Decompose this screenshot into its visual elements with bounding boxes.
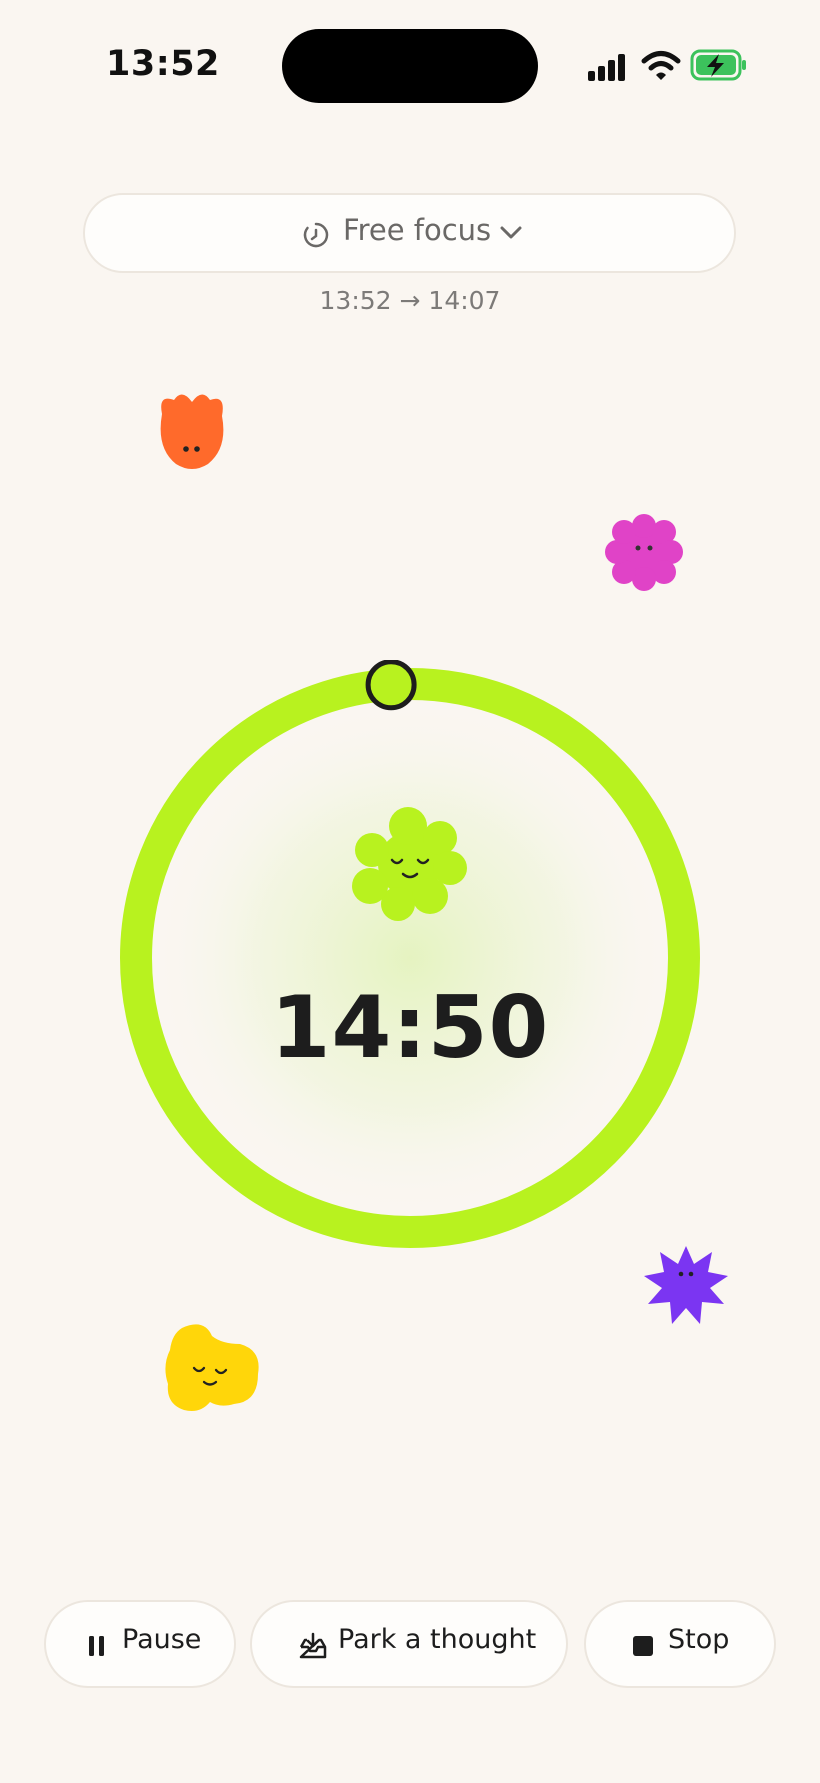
- dynamic-island: [282, 29, 538, 103]
- pink-flower-creature: [605, 514, 683, 591]
- park-thought-label: Park a thought: [338, 1624, 537, 1655]
- status-icons: [586, 48, 750, 88]
- focus-mode-selector[interactable]: Free focus: [83, 193, 736, 273]
- wifi-icon: [641, 51, 681, 80]
- countdown-timer: 14:50: [270, 978, 550, 1078]
- focus-timer-ring: [120, 660, 700, 1250]
- stop-button[interactable]: Stop: [584, 1600, 776, 1688]
- battery-charging-icon: [690, 49, 746, 81]
- purple-star-creature: [644, 1246, 728, 1324]
- orange-tulip-creature: [160, 394, 224, 469]
- ring-glow: [150, 698, 670, 1218]
- stop-label: Stop: [668, 1624, 730, 1655]
- chevron-down-icon: [500, 226, 522, 239]
- park-thought-button[interactable]: Park a thought: [250, 1600, 568, 1688]
- cellular-signal-icon: [588, 54, 625, 81]
- status-time: 13:52: [106, 44, 220, 84]
- pause-button[interactable]: Pause: [44, 1600, 236, 1688]
- focus-mode-label: Free focus: [343, 213, 492, 247]
- green-flower-creature: [352, 807, 467, 921]
- inbox-tray-icon: [299, 1632, 327, 1659]
- pause-icon: [89, 1636, 104, 1656]
- stop-icon: [633, 1636, 653, 1656]
- status-bar: 13:52: [0, 0, 820, 130]
- yellow-blob-creature: [165, 1324, 259, 1411]
- pause-label: Pause: [122, 1624, 202, 1655]
- timer-icon: [303, 222, 329, 248]
- progress-handle[interactable]: [365, 660, 417, 711]
- session-time-range: 13:52 → 14:07: [319, 286, 501, 315]
